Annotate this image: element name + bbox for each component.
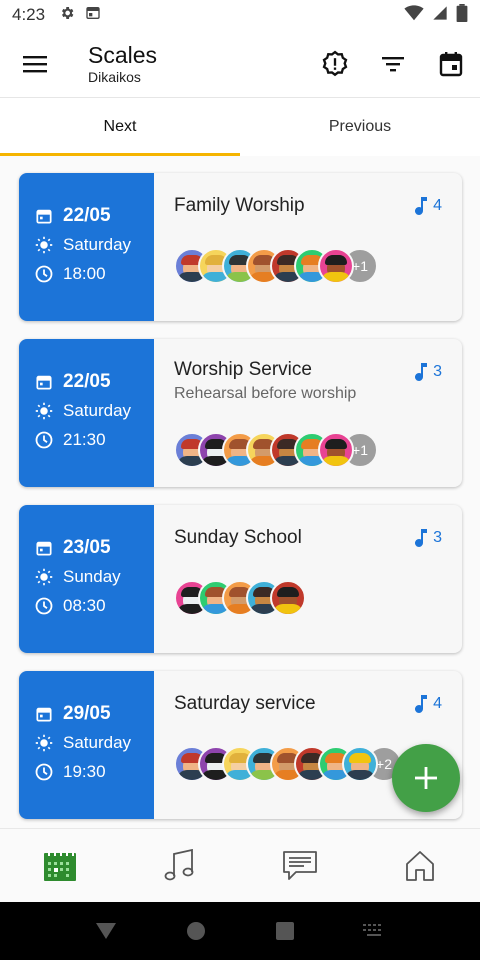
participant-avatars: +1	[174, 432, 378, 468]
plus-icon	[415, 767, 437, 789]
song-count: 3	[415, 529, 442, 547]
music-note-icon	[415, 363, 429, 381]
alert-badge-icon	[322, 50, 348, 76]
clock-icon	[35, 597, 53, 615]
music-note-icon	[415, 197, 429, 215]
avatar	[318, 432, 354, 468]
nav-music[interactable]	[120, 829, 240, 902]
calendar-icon	[35, 207, 53, 225]
filter-icon	[382, 56, 404, 71]
event-datetime-panel: 22/05 Saturday 21:30	[19, 339, 154, 487]
back-icon[interactable]	[95, 922, 117, 940]
song-count: 4	[415, 695, 442, 713]
event-card[interactable]: 22/05 Saturday 18:00 Family Worship 4 +1	[19, 173, 462, 321]
keyboard-icon[interactable]	[363, 924, 385, 938]
event-date: 22/05	[63, 204, 111, 226]
sim-card-icon	[85, 5, 101, 26]
home-icon	[406, 850, 434, 881]
clock-icon	[35, 763, 53, 781]
tab-next[interactable]: Next	[0, 98, 240, 156]
event-card[interactable]: 23/05 Sunday 08:30 Sunday School 3	[19, 505, 462, 653]
event-day: Saturday	[63, 400, 132, 420]
avatar	[342, 746, 378, 782]
song-count: 4	[415, 197, 442, 215]
sun-icon	[35, 236, 53, 254]
page-subtitle: Dikaikos	[88, 68, 141, 85]
song-count-value: 3	[433, 529, 442, 546]
home-circle-icon[interactable]	[186, 921, 206, 941]
signal-icon	[432, 5, 448, 26]
participant-avatars	[174, 580, 306, 616]
nav-chat[interactable]	[240, 829, 360, 902]
bottom-navigation	[0, 828, 480, 902]
settings-icon	[59, 5, 75, 26]
filter-button[interactable]	[364, 30, 422, 98]
chat-icon	[283, 850, 317, 880]
title-block: Scales Dikaikos	[88, 42, 157, 86]
battery-icon	[456, 3, 468, 27]
calendar-icon	[35, 705, 53, 723]
event-datetime-panel: 29/05 Saturday 19:30	[19, 671, 154, 819]
status-time: 4:23	[12, 5, 46, 24]
clock-icon	[35, 265, 53, 283]
participant-avatars: +2	[174, 746, 402, 782]
music-note-icon	[164, 848, 194, 880]
sun-icon	[35, 734, 53, 752]
alert-button[interactable]	[306, 30, 364, 98]
event-date: 29/05	[63, 702, 111, 724]
event-subtitle: Rehearsal before worship	[174, 385, 357, 402]
wifi-icon	[404, 4, 424, 26]
tab-previous[interactable]: Previous	[240, 98, 480, 156]
event-list: 22/05 Saturday 18:00 Family Worship 4 +1…	[0, 156, 480, 828]
event-time: 18:00	[63, 263, 106, 283]
event-date: 22/05	[63, 370, 111, 392]
avatar	[270, 580, 306, 616]
event-day: Sunday	[63, 566, 121, 586]
add-event-button[interactable]	[392, 744, 460, 812]
status-bar: 4:23	[0, 0, 480, 30]
music-note-icon	[415, 695, 429, 713]
clock-icon	[35, 431, 53, 449]
calendar-icon	[35, 373, 53, 391]
menu-icon	[23, 55, 47, 72]
calendar-icon	[44, 850, 76, 881]
system-navigation-bar	[0, 902, 480, 960]
event-time: 08:30	[63, 595, 106, 615]
event-card[interactable]: 29/05 Saturday 19:30 Saturday service 4 …	[19, 671, 462, 819]
page-title: Scales	[88, 41, 158, 68]
song-count-value: 4	[433, 197, 442, 214]
event-card[interactable]: 22/05 Saturday 21:30 Worship Service Reh…	[19, 339, 462, 487]
event-datetime-panel: 22/05 Saturday 18:00	[19, 173, 154, 321]
music-note-icon	[415, 529, 429, 547]
nav-home[interactable]	[360, 829, 480, 902]
calendar-icon	[439, 51, 463, 76]
tab-bar: Next Previous	[0, 98, 480, 156]
recents-icon[interactable]	[275, 922, 294, 940]
sun-icon	[35, 568, 53, 586]
event-date: 23/05	[63, 536, 111, 558]
song-count: 3	[415, 363, 442, 381]
event-datetime-panel: 23/05 Sunday 08:30	[19, 505, 154, 653]
event-time: 21:30	[63, 429, 106, 449]
app-bar: Scales Dikaikos	[0, 30, 480, 98]
event-day: Saturday	[63, 732, 132, 752]
song-count-value: 4	[433, 695, 442, 712]
avatar	[318, 248, 354, 284]
event-time: 19:30	[63, 761, 106, 781]
event-day: Saturday	[63, 234, 132, 254]
calendar-button[interactable]	[422, 30, 480, 98]
participant-avatars: +1	[174, 248, 378, 284]
sun-icon	[35, 402, 53, 420]
menu-button[interactable]	[0, 30, 70, 98]
song-count-value: 3	[433, 363, 442, 380]
nav-calendar[interactable]	[0, 829, 120, 902]
calendar-icon	[35, 539, 53, 557]
